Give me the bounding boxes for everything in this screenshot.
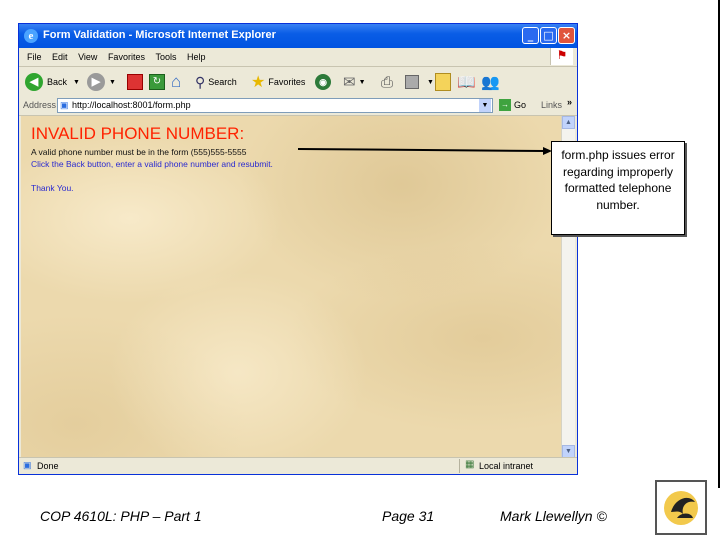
footer-page: Page 31 xyxy=(382,508,435,524)
footer-course: COP 4610L: PHP – Part 1 xyxy=(40,508,202,524)
callout-box: form.php issues error regarding improper… xyxy=(551,141,685,235)
ucf-pegasus-logo-icon xyxy=(655,480,707,535)
callout-text: form.php issues error regarding improper… xyxy=(561,148,675,212)
callout-arrow xyxy=(297,147,552,155)
footer-author: Mark Llewellyn © xyxy=(500,508,607,524)
